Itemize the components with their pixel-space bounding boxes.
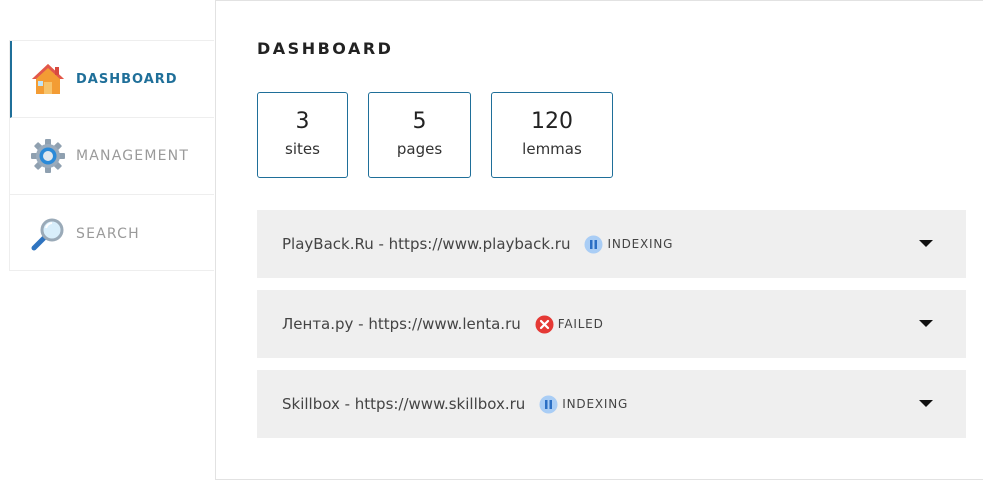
site-name: Skillbox - https://www.skillbox.ru — [282, 395, 526, 413]
stat-value: 3 — [295, 109, 310, 134]
stat-card-pages: 5 pages — [368, 92, 471, 178]
sidebar-item-management[interactable]: MANAGEMENT — [10, 118, 214, 195]
chevron-down-icon[interactable] — [919, 240, 933, 247]
sidebar: DASHBOARD MANAGEMENT SEARCH — [9, 40, 214, 271]
sidebar-item-label: MANAGEMENT — [76, 148, 190, 164]
site-name: PlayBack.Ru - https://www.playback.ru — [282, 235, 571, 253]
chevron-down-icon[interactable] — [919, 400, 933, 407]
stat-label: sites — [285, 140, 320, 158]
sidebar-item-dashboard[interactable]: DASHBOARD — [10, 41, 214, 118]
stat-label: pages — [396, 140, 443, 158]
stat-card-sites: 3 sites — [257, 92, 348, 178]
status-badge: FAILED — [535, 315, 604, 334]
pause-icon — [584, 235, 603, 254]
status-label: INDEXING — [607, 237, 674, 251]
status-badge: INDEXING — [539, 395, 628, 414]
stat-card-lemmas: 120 lemmas — [491, 92, 613, 178]
sidebar-item-search[interactable]: SEARCH — [10, 195, 214, 272]
status-badge: INDEXING — [584, 235, 673, 254]
stat-value: 120 — [531, 109, 573, 134]
pause-icon — [539, 395, 558, 414]
main-panel: DASHBOARD 3 sites 5 pages 120 lemmas Pla… — [215, 0, 983, 480]
sidebar-item-label: SEARCH — [76, 225, 140, 242]
gear-icon — [30, 138, 66, 174]
page-title: DASHBOARD — [257, 39, 394, 58]
stat-value: 5 — [412, 109, 427, 134]
home-icon — [30, 61, 66, 97]
site-row-lenta[interactable]: Лента.ру - https://www.lenta.ru FAILED — [257, 290, 966, 358]
sidebar-item-label: DASHBOARD — [76, 71, 178, 87]
chevron-down-icon[interactable] — [919, 320, 933, 327]
stat-label: lemmas — [522, 140, 582, 158]
site-row-playback[interactable]: PlayBack.Ru - https://www.playback.ru IN… — [257, 210, 966, 278]
site-name: Лента.ру - https://www.lenta.ru — [282, 315, 521, 333]
magnifier-icon — [30, 216, 66, 252]
status-label: FAILED — [557, 317, 604, 331]
status-label: INDEXING — [562, 397, 629, 411]
error-icon — [535, 315, 554, 334]
site-row-skillbox[interactable]: Skillbox - https://www.skillbox.ru INDEX… — [257, 370, 966, 438]
